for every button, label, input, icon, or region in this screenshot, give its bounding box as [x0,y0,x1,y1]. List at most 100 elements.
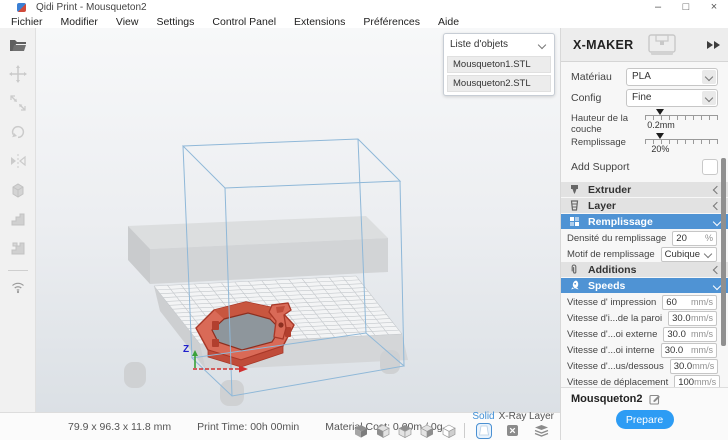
collapse-panel-icon[interactable] [706,41,720,49]
object-list-item[interactable]: Mousqueton1.STL [447,56,551,73]
printer-icon [647,33,677,57]
wifi-icon[interactable] [8,277,28,295]
material-select[interactable]: PLA [626,68,718,86]
menu-preferences[interactable]: Préférences [354,16,429,28]
mirror-icon[interactable] [8,152,28,170]
view-mode-bar: Solid X-Ray Layer [350,411,556,439]
view-top-icon[interactable] [394,424,416,438]
title-bar: Qidi Print - Mousqueton2 – □ × [0,0,728,15]
menu-aide[interactable]: Aide [429,16,468,28]
maximize-button[interactable]: □ [672,0,700,15]
edit-job-name-icon[interactable] [649,393,661,405]
per-model-settings-icon[interactable] [8,181,28,199]
job-panel: Mousqueton2 Prepare [561,387,728,440]
close-button[interactable]: × [700,0,728,15]
infill-slider-handle[interactable] [656,133,664,143]
speed-field[interactable]: 30.0 mm/s [661,343,717,358]
xray-label[interactable]: X-Ray [498,411,527,422]
support-blocker-icon[interactable] [8,210,28,228]
speed-row: Vitesse d'...us/dessous 30.0 mm/s [561,358,728,374]
menu-view[interactable]: View [107,16,148,28]
chevron-down-icon [704,250,712,258]
infill-value: 20% [651,144,669,154]
chevron-left-icon [713,201,721,209]
speed-row: Vitesse d'...oi externe 30.0 mm/s [561,326,728,342]
move-icon[interactable] [8,65,28,83]
section-speeds[interactable]: Speeds [561,278,728,293]
view-3d-icon[interactable] [350,424,372,438]
layer-icon [569,200,581,211]
infill-slider[interactable]: 20% [645,139,718,144]
speed-value: 30.0 [674,361,693,372]
infill-pattern-select[interactable]: Cubique [661,247,717,262]
speed-field[interactable]: 30.0 mm/s [663,327,717,342]
object-list-item[interactable]: Mousqueton2.STL [447,75,551,92]
add-support-checkbox[interactable] [702,159,718,175]
speed-field[interactable]: 30.0 mm/s [670,359,719,374]
speed-label: Vitesse d'...oi interne [567,345,661,356]
infill-label: Remplissage [571,134,645,148]
section-additions[interactable]: Additions [561,262,728,277]
section-remplissage[interactable]: Remplissage [561,214,728,229]
infill-pattern-value: Cubique [665,249,700,260]
speed-unit: mm/s [691,313,713,323]
view-left-icon[interactable] [416,424,438,438]
solid-view-button[interactable] [469,423,498,439]
object-list-header[interactable]: Liste d'objets [447,37,551,54]
settings-sections: Extruder Layer Remplissage Densité du re… [561,182,728,413]
app-icon [17,3,26,12]
menu-settings[interactable]: Settings [147,16,203,28]
view-front-icon[interactable] [372,424,394,438]
material-select-button[interactable] [702,70,716,84]
config-select[interactable]: Fine [626,89,718,107]
menu-control-panel[interactable]: Control Panel [203,16,285,28]
config-row: Config Fine [561,87,728,108]
infill-icon [569,216,581,227]
chevron-down-icon[interactable] [538,40,546,48]
speed-label: Vitesse de déplacement [567,377,674,388]
infill-density-field[interactable]: 20 % [672,231,717,246]
layer-label[interactable]: Layer [527,411,556,422]
additions-icon [569,264,581,275]
layer-height-slider-handle[interactable] [656,109,664,119]
config-value: Fine [632,92,651,103]
view-right-icon[interactable] [438,424,460,438]
solid-label[interactable]: Solid [469,411,498,422]
minimize-button[interactable]: – [644,0,672,15]
status-bar: 79.9 x 96.3 x 11.8 mm Print Time: 00h 00… [0,412,560,440]
infill-density-unit: % [705,233,713,243]
window-controls: – □ × [644,0,728,15]
material-label: Matériau [571,71,626,83]
extruder-icon [569,184,581,195]
viewport-3d[interactable]: Z Liste d'objets Mousqueton1.STL Mousque… [36,28,560,412]
section-label: Layer [588,200,616,212]
xray-view-button[interactable] [498,424,527,437]
settings-scrollbar[interactable] [721,158,726,346]
add-support-label: Add Support [571,161,629,173]
section-label: Remplissage [588,216,653,228]
rotate-icon[interactable] [8,123,28,141]
menu-fichier[interactable]: Fichier [2,16,52,28]
section-layer[interactable]: Layer [561,198,728,213]
layer-view-button[interactable] [527,424,556,437]
chevron-down-icon [713,281,721,289]
settings-panel: X-MAKER Matériau PLA Config Fine Hauteur… [560,28,728,440]
layer-height-slider[interactable]: 0.2mm [645,115,718,120]
left-toolbar [0,28,36,412]
layer-height-row: Hauteur de la couche 0.2mm [561,108,728,132]
scale-icon[interactable] [8,94,28,112]
chevron-down-icon [713,217,721,225]
prepare-button[interactable]: Prepare [616,410,674,429]
open-file-icon[interactable] [8,36,28,54]
speed-value: 30.0 [665,345,684,356]
menu-modifier[interactable]: Modifier [52,16,107,28]
config-select-button[interactable] [702,91,716,105]
speed-field[interactable]: 60 mm/s [662,295,717,310]
custom-supports-icon[interactable] [8,239,28,257]
section-extruder[interactable]: Extruder [561,182,728,197]
speed-field[interactable]: 30.0 mm/s [668,311,717,326]
section-label: Extruder [588,184,631,196]
infill-pattern-label: Motif de remplissage [567,249,661,260]
speed-unit: mm/s [691,329,713,339]
menu-extensions[interactable]: Extensions [285,16,354,28]
